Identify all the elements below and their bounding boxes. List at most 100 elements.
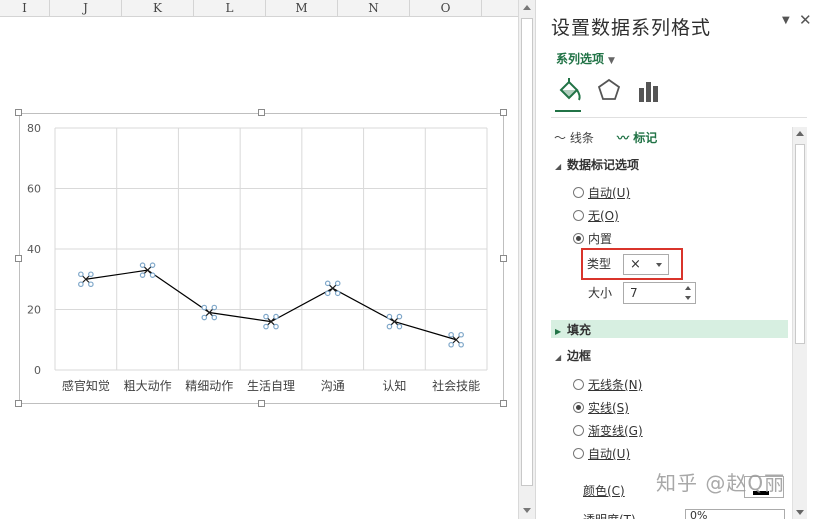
section-fill[interactable]: ▶ 填充 [555,321,591,338]
column-header-k[interactable]: K [122,0,194,17]
x-tick-label: 生活自理 [247,379,295,393]
x-tick-label: 精细动作 [185,379,233,393]
resize-handle-b[interactable] [258,400,265,407]
resize-handle-tl[interactable] [15,109,22,116]
radio-marker-none-label: 无(O) [588,209,619,223]
radio-circle-icon[interactable] [573,425,584,436]
resize-handle-l[interactable] [15,255,22,262]
collapse-triangle-icon: ◢ [555,353,562,362]
subtab-line-label: 线条 [569,131,594,145]
radio-border-auto[interactable]: 自动(U) [573,445,630,462]
x-tick-label: 感官知觉 [62,378,110,393]
subtab-line[interactable]: 〜 线条 [554,129,594,146]
border-color-label: 颜色(C) [583,484,625,498]
column-header-m[interactable]: M [266,0,338,17]
resize-handle-r[interactable] [500,255,507,262]
radio-marker-builtin-label: 内置 [588,232,613,246]
section-marker-options[interactable]: ◢ 数据标记选项 [555,156,639,173]
pane-scroll-thumb[interactable] [795,144,805,344]
data-point-marker[interactable] [386,313,403,330]
radio-border-solid-label: 实线(S) [588,401,629,415]
section-border-label: 边框 [567,349,592,363]
series-options-dropdown[interactable]: 系列选项 ▼ [556,50,615,67]
radio-border-none-label: 无线条(N) [588,378,643,392]
x-tick-label: 社会技能 [432,378,480,393]
radio-marker-auto[interactable]: 自动(U) [573,184,630,201]
pane-scroll-up-icon[interactable] [796,131,804,136]
pane-options-dropdown-icon[interactable]: ▼ [782,15,790,26]
resize-handle-t[interactable] [258,109,265,116]
y-tick-label: 0 [34,364,41,377]
chevron-down-icon: ▼ [608,56,615,66]
collapse-triangle-icon: ◢ [555,162,562,171]
column-header-j[interactable]: J [50,0,122,17]
radio-border-gradient-label: 渐变线(G) [588,424,643,438]
column-header-n[interactable]: N [338,0,410,17]
close-icon[interactable]: ✕ [799,11,812,29]
resize-handle-bl[interactable] [15,400,22,407]
scroll-thumb[interactable] [521,18,533,486]
data-point-marker[interactable] [448,331,464,348]
chevron-down-icon [656,263,662,267]
radio-border-solid[interactable]: 实线(S) [573,399,629,416]
marker-type-dropdown[interactable]: × [623,254,669,275]
data-point-marker[interactable] [263,313,279,330]
data-point-marker[interactable] [201,304,218,321]
column-header-l[interactable]: L [194,0,266,17]
spin-up-icon[interactable] [685,286,691,290]
resize-handle-br[interactable] [500,400,507,407]
resize-handle-tr[interactable] [500,109,507,116]
scroll-up-icon[interactable] [523,5,531,10]
radio-marker-builtin[interactable]: 内置 [573,230,612,247]
pane-divider [551,117,807,118]
transparency-label: 透明度(T) [583,511,636,519]
radio-border-auto-label: 自动(U) [588,447,631,461]
y-tick-label: 80 [27,122,41,135]
radio-circle-icon[interactable] [573,379,584,390]
data-point-marker[interactable] [324,280,341,297]
excel-window: I J K L M N O 0 20 40 60 80 感官知觉 粗大动作 精细动作 生活自理 沟… [0,0,823,519]
radio-border-none[interactable]: 无线条(N) [573,376,642,393]
chart-area[interactable]: 0 20 40 60 80 感官知觉 粗大动作 精细动作 生活自理 沟通 认知 社会技能 [19,113,504,404]
x-tick-label: 沟通 [321,379,345,393]
pane-vertical-scrollbar[interactable] [792,127,807,519]
line-chart[interactable]: 0 20 40 60 80 感官知觉 粗大动作 精细动作 生活自理 沟通 认知 社会技能 [20,114,505,405]
scroll-down-icon[interactable] [523,508,531,513]
pane-scroll-down-icon[interactable] [796,510,804,515]
radio-marker-none[interactable]: 无(O) [573,207,619,224]
y-tick-label: 20 [27,304,41,317]
subtab-marker[interactable]: 〰 标记 [617,129,657,146]
series-options-icon[interactable] [635,76,663,106]
sheet-vertical-scrollbar[interactable] [518,0,536,519]
radio-circle-icon[interactable] [573,210,584,221]
series-options-label: 系列选项 [556,52,605,66]
column-header: I J K L M N O [0,0,518,17]
line-icon: 〜 [554,131,570,145]
data-point-marker[interactable] [78,271,94,288]
radio-marker-auto-label: 自动(U) [588,186,631,200]
marker-type-value: × [630,257,641,272]
transparency-input[interactable]: 0% [685,509,785,519]
worksheet[interactable]: I J K L M N O 0 20 40 60 80 感官知觉 粗大动作 精细动作 生活自理 沟… [0,0,518,519]
radio-circle-icon[interactable] [573,187,584,198]
subtab-marker-label: 标记 [633,131,658,145]
expand-triangle-icon: ▶ [555,327,562,336]
marker-size-spinner[interactable]: 7 [623,282,696,304]
radio-selected-icon[interactable] [573,233,584,244]
column-header-o[interactable]: O [410,0,482,17]
series-line [85,269,457,341]
radio-circle-icon[interactable] [573,448,584,459]
column-header-i[interactable]: I [0,0,50,17]
marker-size-label: 大小 [588,286,613,300]
radio-border-gradient[interactable]: 渐变线(G) [573,422,643,439]
section-border[interactable]: ◢ 边框 [555,347,591,364]
effects-icon[interactable] [595,76,623,106]
data-point-marker[interactable] [139,262,156,278]
marker-type-label: 类型 [587,257,612,271]
radio-selected-icon[interactable] [573,402,584,413]
y-tick-label: 40 [27,243,41,256]
fill-line-icon[interactable] [555,76,583,106]
x-tick-label: 粗大动作 [124,379,172,393]
spin-down-icon[interactable] [685,296,691,300]
pane-title: 设置数据系列格式 [551,17,712,39]
